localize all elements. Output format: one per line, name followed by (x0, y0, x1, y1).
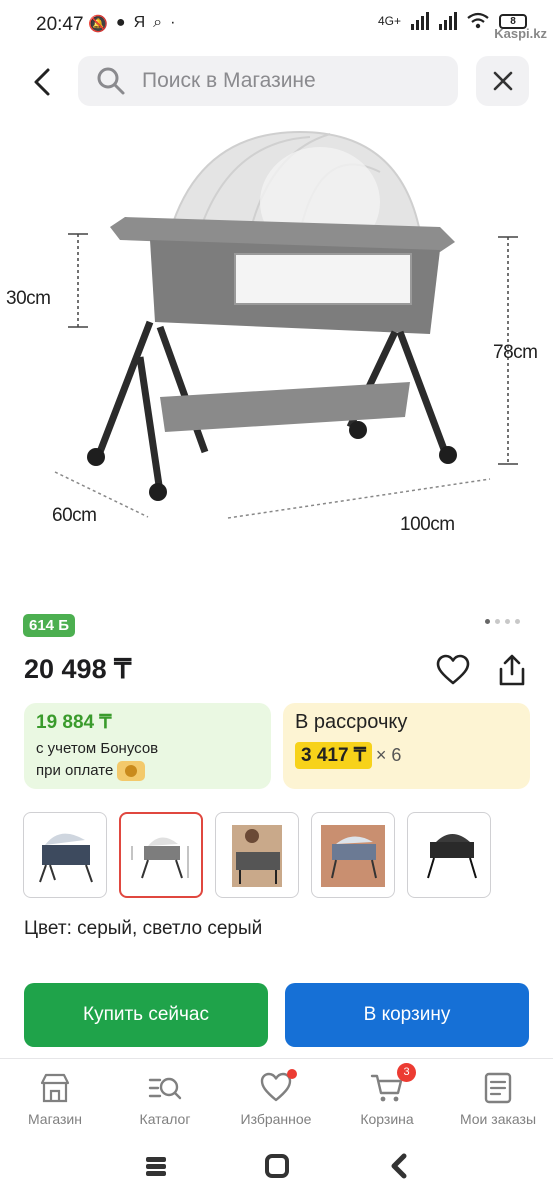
thumbnail-4[interactable] (311, 812, 395, 898)
dimension-height-side: 30cm (6, 288, 51, 309)
image-pager (485, 619, 520, 624)
search-status-icon: ⌕ (153, 14, 163, 31)
back-arrow-icon (34, 68, 50, 96)
close-icon (493, 71, 512, 91)
tab-label: Корзина (360, 1111, 414, 1127)
bonus-badge: 614 Б (23, 614, 75, 637)
thumbnail-2[interactable] (119, 812, 203, 898)
search-placeholder: Поиск в Магазине (142, 69, 316, 92)
pager-dot (495, 619, 500, 624)
back-button[interactable] (22, 62, 62, 102)
add-to-cart-button[interactable]: В корзину (285, 983, 529, 1047)
catalog-icon (148, 1071, 182, 1105)
status-bar: 20:47 🔕 ● Я ⌕ · 4G+ 8 Kaspi.kz (0, 0, 553, 50)
bonus-price-card[interactable]: 19 884 ₸ с учетом Бонусов при оплате (24, 703, 271, 789)
tab-orders[interactable]: Мои заказы (443, 1059, 553, 1139)
cart-icon: 3 (370, 1063, 416, 1105)
notification-icons: 🔕 ● Я ⌕ · (88, 14, 175, 34)
tab-label: Магазин (27, 1111, 82, 1127)
watermark: Kaspi.kz (494, 26, 547, 41)
recent-apps-icon[interactable] (146, 1157, 166, 1176)
thumbnail-3[interactable] (215, 812, 299, 898)
pager-dot (515, 619, 520, 624)
dimension-height-total: 78cm (493, 342, 538, 363)
thumbnail-image (427, 834, 477, 879)
wifi-icon (467, 12, 489, 29)
pager-dot (505, 619, 510, 624)
signal-icon (411, 12, 429, 30)
bonus-note-line2: при оплате (36, 762, 114, 779)
search-input[interactable]: Поиск в Магазине (78, 56, 458, 106)
orders-icon (481, 1071, 515, 1105)
product-image[interactable]: 30cm 78cm 60cm 100cm (0, 112, 553, 592)
tab-label: Мои заказы (459, 1111, 537, 1127)
status-time: 20:47 (36, 14, 84, 35)
dimension-width: 60cm (52, 505, 97, 526)
favorite-button[interactable] (436, 654, 470, 688)
tab-catalog[interactable]: Каталог (110, 1059, 220, 1139)
share-icon (499, 654, 525, 686)
tab-favorites[interactable]: Избранное (221, 1059, 331, 1139)
kaspi-icon (117, 761, 146, 782)
tab-label: Каталог (139, 1111, 191, 1127)
network-type: 4G+ (377, 14, 401, 28)
heart-icon (436, 654, 470, 685)
thumbnail-5[interactable] (407, 812, 491, 898)
system-back-icon[interactable] (391, 1153, 407, 1179)
installment-title: В рассрочку (295, 711, 408, 733)
cart-count-badge: 3 (397, 1063, 416, 1082)
product-price: 20 498 ₸ (24, 654, 132, 684)
bonus-price: 19 884 ₸ (36, 712, 112, 733)
system-navigation-bar (0, 1140, 553, 1200)
home-icon[interactable] (265, 1154, 289, 1178)
share-button[interactable] (494, 652, 530, 688)
thumbnail-image (232, 825, 282, 887)
tab-shop[interactable]: Магазин (0, 1059, 110, 1139)
close-search-button[interactable] (476, 56, 529, 106)
app-icon: Я (133, 14, 146, 31)
thumbnail-image (321, 825, 385, 887)
installment-price: 3 417 ₸ (295, 742, 372, 769)
signal-icon-2 (439, 12, 457, 30)
heart-icon (259, 1069, 297, 1105)
buy-now-button[interactable]: Купить сейчас (24, 983, 268, 1047)
tab-cart[interactable]: 3 Корзина (332, 1059, 442, 1139)
search-icon (97, 67, 125, 95)
dimension-length: 100cm (400, 514, 455, 535)
installment-card[interactable]: В рассрочку 3 417 ₸ × 6 (283, 703, 530, 789)
bonus-note: с учетом Бонусов при оплате (36, 738, 259, 782)
installment-months: × 6 (375, 745, 402, 765)
thumbnail-strip (23, 812, 491, 898)
thumbnail-1[interactable] (23, 812, 107, 898)
thumbnail-image (39, 833, 93, 883)
product-color: Цвет: серый, светло серый (24, 918, 263, 939)
chat-icon: ● (115, 14, 126, 31)
notification-dot (287, 1069, 297, 1079)
pager-dot (485, 619, 490, 624)
more-dot-icon: · (170, 14, 176, 31)
thumbnail-image (131, 837, 189, 879)
shop-icon (38, 1071, 72, 1105)
bottom-tab-bar: Магазин Каталог Избранное 3 Корзина Мои … (0, 1058, 553, 1138)
bonus-note-line1: с учетом Бонусов (36, 740, 159, 757)
tab-label: Избранное (240, 1111, 312, 1127)
mute-icon: 🔕 (88, 16, 108, 33)
